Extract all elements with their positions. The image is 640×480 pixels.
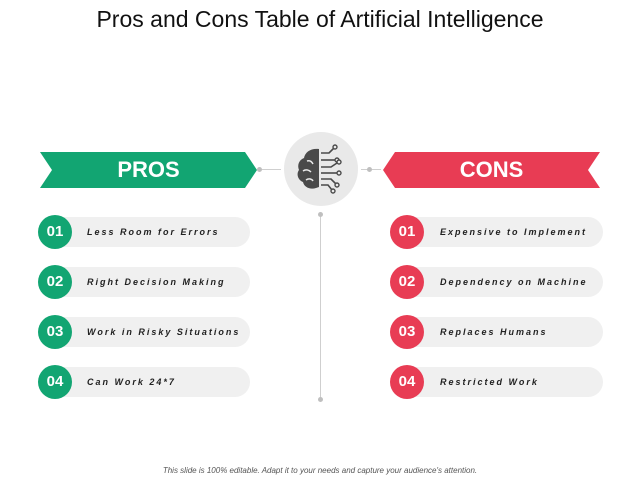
pros-item-text: Right Decision Making xyxy=(87,277,226,287)
cons-item-text: Replaces Humans xyxy=(440,327,548,337)
cons-item-1: Expensive to Implement xyxy=(396,217,603,247)
cons-item-2: Dependency on Machine xyxy=(396,267,603,297)
vertical-line-bottom-dot xyxy=(318,397,323,402)
vertical-line-top-dot xyxy=(318,212,323,217)
pros-item-text: Can Work 24*7 xyxy=(87,377,176,387)
pros-header-ribbon: PROS xyxy=(40,152,257,188)
pros-item-2: Right Decision Making xyxy=(44,267,250,297)
center-icon-circle xyxy=(284,132,358,206)
cons-item-text: Expensive to Implement xyxy=(440,227,588,237)
cons-item-number: 04 xyxy=(390,365,424,399)
pros-item-4: Can Work 24*7 xyxy=(44,367,250,397)
cons-item-text: Restricted Work xyxy=(440,377,539,387)
left-connector-dot xyxy=(257,167,262,172)
pros-item-text: Less Room for Errors xyxy=(87,227,220,237)
pros-item-number: 04 xyxy=(38,365,72,399)
cons-item-number: 02 xyxy=(390,265,424,299)
slide-title: Pros and Cons Table of Artificial Intell… xyxy=(96,6,544,32)
pros-item-number: 01 xyxy=(38,215,72,249)
cons-item-text: Dependency on Machine xyxy=(440,277,588,287)
pros-item-1: Less Room for Errors xyxy=(44,217,250,247)
cons-item-number: 03 xyxy=(390,315,424,349)
right-connector-dot xyxy=(367,167,372,172)
footer-note: This slide is 100% editable. Adapt it to… xyxy=(162,466,478,475)
pros-heading: PROS xyxy=(117,157,180,182)
cons-item-4: Restricted Work xyxy=(396,367,603,397)
brain-circuit-icon xyxy=(297,144,342,194)
cons-item-3: Replaces Humans xyxy=(396,317,603,347)
pros-item-text: Work in Risky Situations xyxy=(87,327,241,337)
pros-item-number: 02 xyxy=(38,265,72,299)
pros-item-number: 03 xyxy=(38,315,72,349)
left-connector-line xyxy=(259,169,281,170)
center-vertical-line xyxy=(320,214,321,400)
pros-item-3: Work in Risky Situations xyxy=(44,317,250,347)
cons-item-number: 01 xyxy=(390,215,424,249)
cons-heading: CONS xyxy=(459,157,524,182)
cons-header-ribbon: CONS xyxy=(383,152,600,188)
